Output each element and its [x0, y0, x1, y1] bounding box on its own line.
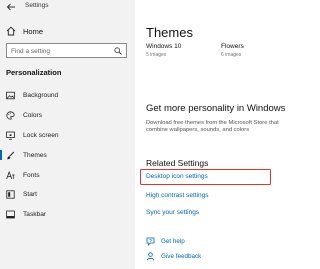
- fonts-icon: [6, 170, 15, 179]
- theme-name: Windows 10: [146, 43, 182, 50]
- sidebar: Settings Home Personalization Background: [0, 0, 135, 269]
- high-contrast-settings-link[interactable]: High contrast settings: [146, 192, 209, 199]
- theme-tile-flowers[interactable]: Flowers 6 images: [221, 43, 244, 58]
- help-icon: [146, 237, 155, 246]
- sidebar-item-lock-screen[interactable]: Lock screen: [0, 126, 135, 146]
- sidebar-item-taskbar[interactable]: Taskbar: [0, 205, 135, 225]
- start-icon: [6, 190, 15, 199]
- content-pane: Themes Windows 10 5 images Flowers 6 ima…: [135, 0, 300, 269]
- sidebar-item-label: Colors: [23, 112, 43, 120]
- sidebar-item-fonts[interactable]: Fonts: [0, 165, 135, 185]
- window-title: Settings: [25, 2, 49, 9]
- feedback-icon: [146, 251, 155, 261]
- give-feedback-label: Give feedback: [161, 252, 202, 260]
- lock-screen-icon: [6, 131, 15, 140]
- sidebar-item-label: Themes: [23, 151, 47, 159]
- get-help-link[interactable]: Get help: [146, 236, 185, 246]
- search-icon[interactable]: [114, 47, 122, 55]
- sidebar-item-background[interactable]: Background: [0, 86, 135, 106]
- give-feedback-link[interactable]: Give feedback: [146, 251, 201, 261]
- image-icon: [6, 92, 15, 100]
- get-help-label: Get help: [161, 237, 185, 245]
- more-personality-heading: Get more personality in Windows: [146, 103, 286, 114]
- sidebar-item-label: Fonts: [23, 171, 40, 179]
- home-label: Home: [23, 26, 44, 36]
- home-icon: [6, 26, 16, 36]
- taskbar-icon: [6, 210, 15, 219]
- theme-name: Flowers: [221, 43, 244, 50]
- more-personality-description: Download free themes from the Microsoft …: [146, 120, 279, 134]
- sidebar-item-colors[interactable]: Colors: [0, 106, 135, 126]
- brush-icon: [6, 151, 15, 160]
- palette-icon: [6, 111, 15, 120]
- sidebar-item-themes[interactable]: Themes: [0, 145, 135, 165]
- search-box[interactable]: [6, 43, 127, 58]
- theme-image-count: 5 images: [146, 52, 167, 58]
- sidebar-item-label: Lock screen: [23, 131, 59, 139]
- section-title: Personalization: [6, 68, 62, 77]
- sidebar-item-label: Background: [23, 92, 59, 100]
- back-arrow-icon[interactable]: [6, 3, 16, 11]
- sync-settings-link[interactable]: Sync your settings: [146, 209, 199, 216]
- home-nav-item[interactable]: Home: [6, 24, 43, 38]
- search-input[interactable]: [11, 46, 111, 56]
- sidebar-nav: Background Colors Lock screen Themes Fon…: [0, 86, 135, 225]
- sidebar-item-label: Taskbar: [23, 211, 47, 219]
- page-title: Themes: [146, 25, 193, 40]
- theme-image-count: 6 images: [221, 52, 242, 58]
- sidebar-item-label: Start: [23, 191, 37, 199]
- sidebar-item-start[interactable]: Start: [0, 185, 135, 205]
- theme-tile-windows-10[interactable]: Windows 10 5 images: [146, 43, 181, 58]
- related-settings-heading: Related Settings: [146, 158, 209, 168]
- desktop-icon-settings-link[interactable]: Desktop icon settings: [146, 173, 208, 180]
